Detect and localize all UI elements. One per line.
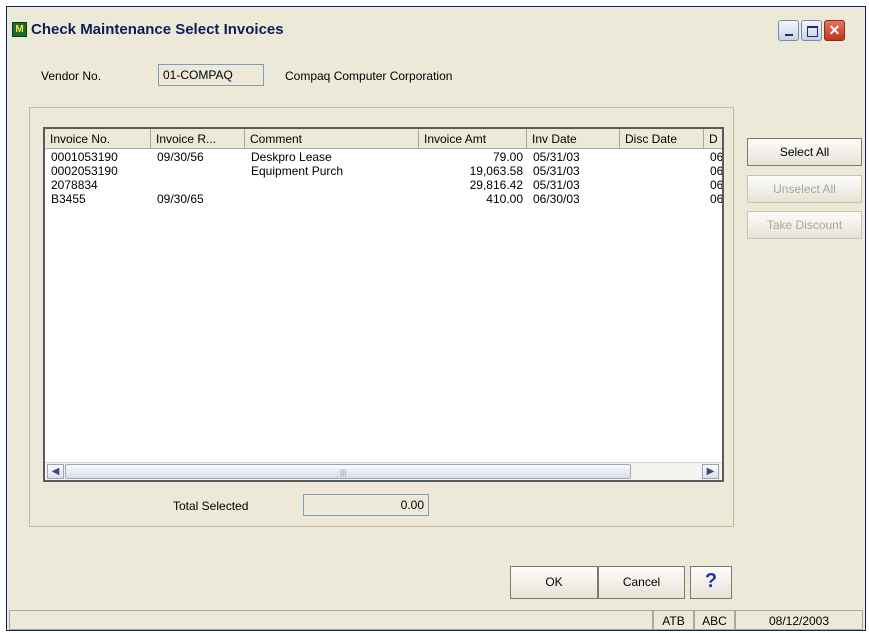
scroll-grip-icon: ||| [340, 468, 347, 477]
table-cell: B3455 [51, 192, 86, 206]
table-cell: 410.00 [486, 192, 523, 206]
status-panel-abc: ABC [694, 610, 735, 630]
window-title: Check Maintenance Select Invoices [31, 21, 284, 38]
column-header[interactable]: Invoice Amt [419, 129, 527, 148]
column-header[interactable]: Inv Date [527, 129, 620, 148]
table-row[interactable]: 2078834 29,816.42 05/31/03 06 [45, 178, 724, 192]
vendor-name: Compaq Computer Corporation [285, 69, 453, 83]
column-header[interactable]: D [704, 129, 722, 148]
table-cell: 09/30/56 [157, 150, 204, 164]
table-cell: 06 [710, 150, 724, 164]
table-cell: Equipment Purch [251, 164, 344, 178]
table-cell: 06 [710, 164, 724, 178]
table-cell: 0002053190 [51, 164, 118, 178]
scroll-thumb[interactable]: ||| [65, 464, 631, 479]
ok-button[interactable]: OK [510, 566, 598, 599]
scroll-left-button[interactable]: ◀ [47, 464, 64, 479]
unselect-all-button[interactable]: Unselect All [747, 175, 862, 203]
table-row[interactable]: 0002053190 Equipment Purch 19,063.58 05/31/… [45, 164, 724, 178]
table-cell: 29,816.42 [469, 178, 523, 192]
maximize-button[interactable] [801, 20, 822, 41]
table-cell: Deskpro Lease [251, 150, 332, 164]
status-message [9, 610, 653, 630]
table-cell: 06 [710, 192, 724, 206]
total-selected-field: 0.00 [303, 494, 429, 516]
table-cell: 05/31/03 [533, 150, 580, 164]
table-cell: 0001053190 [51, 150, 118, 164]
table-row[interactable]: B3455 09/30/65 410.00 06/30/03 06 [45, 192, 724, 206]
title-bar[interactable]: M Check Maintenance Select Invoices ✕ [7, 7, 865, 45]
scroll-right-icon: ▶ [706, 466, 715, 477]
column-header[interactable]: Disc Date [620, 129, 704, 148]
status-panel-atb: ATB [653, 610, 694, 630]
column-header[interactable]: Invoice R... [151, 129, 245, 148]
table-row[interactable]: 0001053190 09/30/56 Deskpro Lease 79.00 05/3… [45, 150, 724, 164]
minimize-button[interactable] [778, 20, 799, 41]
table-cell: 2078834 [51, 178, 98, 192]
table-cell: 05/31/03 [533, 178, 580, 192]
close-button[interactable]: ✕ [824, 20, 845, 41]
invoice-list[interactable]: Invoice No. Invoice R... Comment Invoice Am… [43, 127, 724, 482]
close-icon: ✕ [828, 22, 841, 38]
status-date: 08/12/2003 [735, 610, 863, 630]
table-cell: 06/30/03 [533, 192, 580, 206]
cancel-button[interactable]: Cancel [598, 566, 685, 599]
take-discount-button[interactable]: Take Discount [747, 211, 862, 239]
table-cell: 79.00 [492, 150, 523, 164]
vendor-number-field[interactable]: 01-COMPAQ [158, 64, 264, 86]
maximize-icon [807, 26, 818, 37]
help-icon: ? [704, 570, 718, 592]
scroll-left-icon: ◀ [51, 466, 60, 477]
vendor-label: Vendor No. [41, 69, 102, 83]
status-bar: ATB ABC 08/12/2003 [7, 608, 865, 630]
app-icon[interactable]: M [12, 22, 27, 37]
list-header: Invoice No. Invoice R... Comment Invoice Am… [45, 129, 722, 149]
column-header[interactable]: Comment [245, 129, 419, 148]
scroll-right-button[interactable]: ▶ [702, 464, 719, 479]
table-cell: 19,063.58 [469, 164, 523, 178]
select-all-button[interactable]: Select All [747, 138, 862, 166]
table-cell: 06 [710, 178, 724, 192]
table-cell: 09/30/65 [157, 192, 204, 206]
total-selected-label: Total Selected [173, 499, 249, 513]
dialog-window: M Check Maintenance Select Invoices ✕ Ve… [6, 6, 866, 631]
help-button[interactable]: ? [690, 566, 732, 599]
minimize-icon [785, 34, 793, 36]
table-cell: 05/31/03 [533, 164, 580, 178]
column-header[interactable]: Invoice No. [45, 129, 151, 148]
horizontal-scrollbar[interactable]: ◀ ||| ▶ [45, 462, 722, 480]
